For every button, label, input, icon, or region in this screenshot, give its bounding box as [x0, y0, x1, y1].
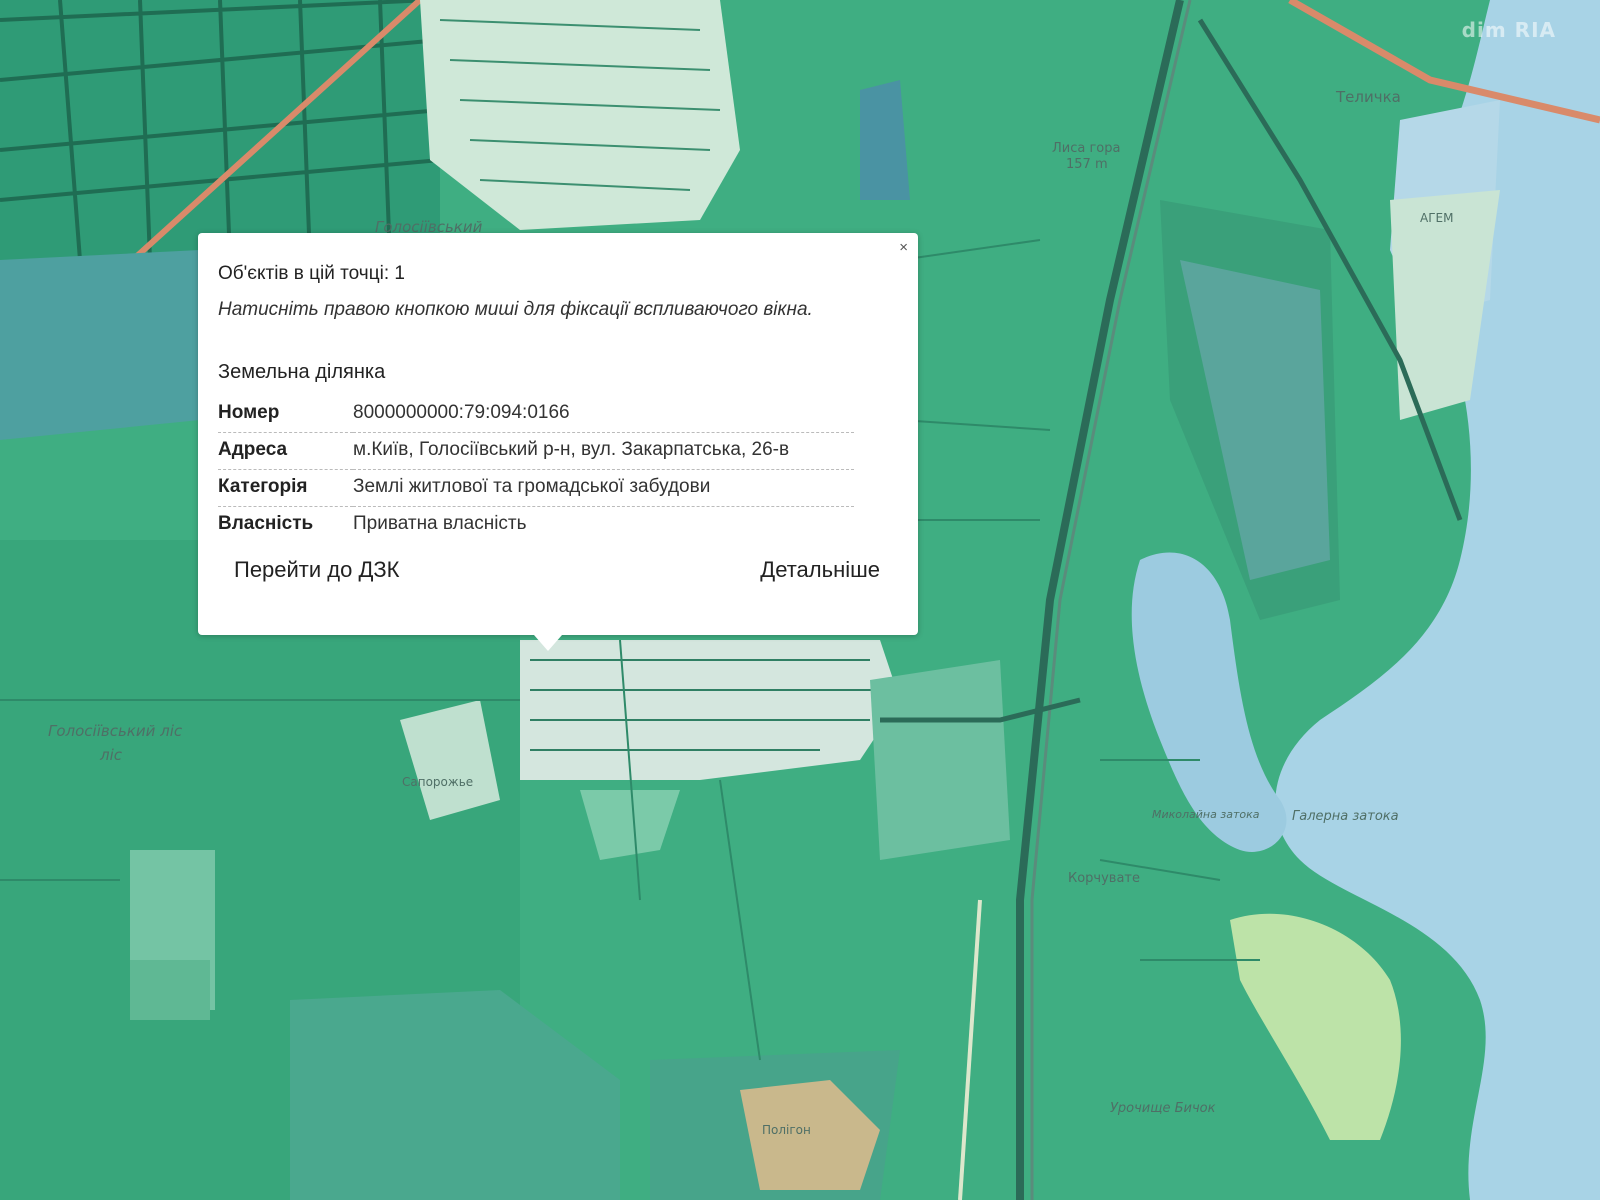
label-zaporozhie: Сапорожье: [402, 775, 473, 789]
label-mykolaina-bay: Миколайна затока: [1152, 808, 1260, 821]
label-elevation: 157 m: [1066, 157, 1108, 172]
label-polygon: Полігон: [762, 1123, 811, 1137]
parcel-attributes-table: Номер 8000000000:79:094:0166 Адреса м.Ки…: [218, 396, 854, 543]
objects-count: Об'єктів в цій точці: 1: [218, 263, 405, 284]
svg-text:ліс: ліс: [99, 746, 123, 764]
attr-value: 8000000000:79:094:0166: [353, 396, 854, 433]
attr-key: Адреса: [218, 432, 353, 470]
table-row: Власність Приватна власність: [218, 507, 854, 544]
table-row: Номер 8000000000:79:094:0166: [218, 396, 854, 433]
attr-value: Землі житлової та громадської забудови: [353, 469, 854, 507]
label-telychka: Теличка: [1335, 88, 1401, 106]
section-title: Земельна ділянка: [218, 361, 386, 383]
watermark-dim: dim: [1461, 18, 1507, 42]
pin-hint: Натисніть правою кнопкою миші для фіксац…: [218, 299, 813, 320]
label-holosiivskyi-forest: Голосіївський ліс: [48, 722, 183, 740]
table-row: Адреса м.Київ, Голосіївський р-н, вул. З…: [218, 432, 854, 470]
attr-value: м.Київ, Голосіївський р-н, вул. Закарпат…: [353, 432, 854, 470]
parcel-info-popup: × Об'єктів в цій точці: 1 Натисніть прав…: [198, 233, 918, 651]
watermark-logo: dim RIA: [1462, 18, 1556, 42]
label-lysa-hora: Лиса гора: [1052, 141, 1120, 156]
label-agem: АГЕМ: [1420, 211, 1453, 225]
attr-key: Власність: [218, 513, 314, 534]
popup-pointer: [534, 635, 562, 651]
close-icon[interactable]: ×: [899, 240, 908, 255]
details-button[interactable]: Детальніше: [756, 549, 884, 591]
popup-actions: Перейти до ДЗК Детальніше: [218, 549, 898, 591]
table-row: Категорія Землі житлової та громадської …: [218, 469, 854, 507]
go-to-dzk-button[interactable]: Перейти до ДЗК: [230, 549, 404, 591]
label-korchuvate: Корчувате: [1068, 871, 1140, 886]
attr-value: Приватна власність: [353, 513, 527, 534]
attr-key: Номер: [218, 396, 353, 433]
attr-key: Категорія: [218, 469, 353, 507]
label-urochyshche: Урочище Бичок: [1110, 1101, 1216, 1116]
watermark-ria: RIA: [1514, 18, 1556, 42]
label-halerna-bay: Галерна затока: [1292, 809, 1399, 824]
